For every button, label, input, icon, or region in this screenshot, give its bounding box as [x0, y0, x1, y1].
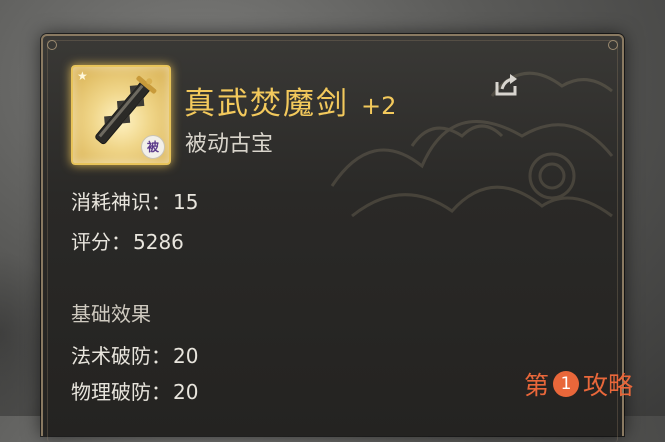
watermark-right: 攻略	[583, 371, 634, 400]
effect-physical-penetration: 物理破防： 20	[71, 376, 198, 405]
passive-badge: 被	[141, 135, 165, 159]
item-level: +2	[361, 92, 397, 120]
corner-ornament	[47, 40, 57, 50]
effect-label: 物理破防：	[71, 380, 171, 404]
item-title-row: 真武焚魔剑 +2	[184, 78, 396, 123]
site-watermark: 第 1 攻略	[524, 366, 633, 402]
item-type: 被动古宝	[185, 132, 274, 157]
stat-score: 评分： 5286	[71, 226, 184, 255]
stat-consume: 消耗神识： 15	[71, 186, 198, 215]
cloud-pattern-decoration	[330, 71, 614, 218]
effect-spell-penetration: 法术破防： 20	[71, 340, 198, 369]
watermark-left: 第	[524, 371, 550, 400]
item-icon[interactable]: ★ 被	[71, 65, 171, 165]
effect-label: 法术破防：	[71, 344, 171, 368]
base-effects-title: 基础效果	[71, 302, 151, 326]
item-name: 真武焚魔剑	[184, 86, 349, 122]
watermark-number: 1	[553, 371, 580, 397]
stat-consume-label: 消耗神识：	[71, 190, 171, 214]
stat-score-label: 评分：	[71, 230, 131, 254]
effect-value: 20	[173, 344, 199, 368]
stat-score-value: 5286	[133, 230, 184, 254]
effect-value: 20	[173, 380, 199, 404]
share-button[interactable]	[491, 70, 521, 100]
share-icon	[495, 74, 517, 96]
stat-consume-value: 15	[173, 190, 199, 214]
star-icon: ★	[77, 69, 88, 83]
